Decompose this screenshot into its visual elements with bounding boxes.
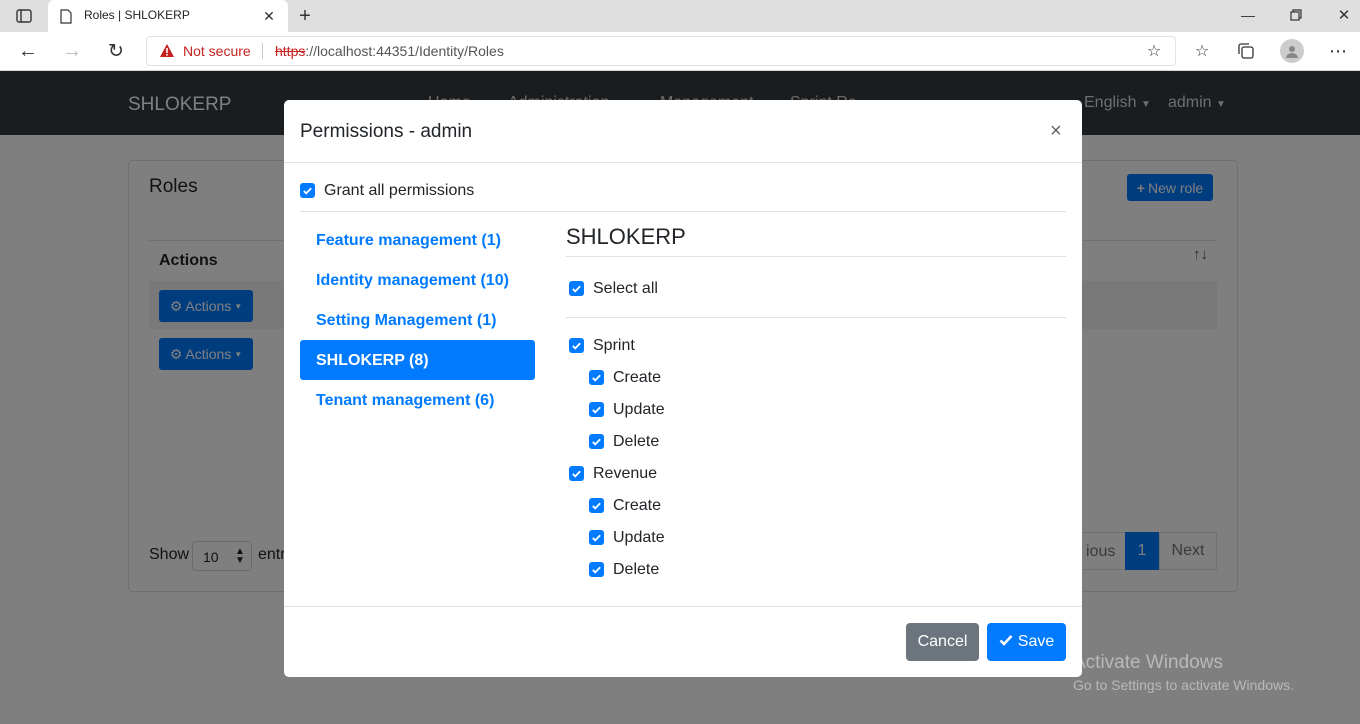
- select-all-divider: [566, 317, 1066, 318]
- warning-icon: [159, 43, 175, 63]
- permissions-modal: Permissions - admin × Grant all permissi…: [284, 100, 1082, 677]
- restore-icon[interactable]: [1284, 4, 1308, 26]
- window-close-icon[interactable]: ✕: [1332, 4, 1356, 26]
- grant-all-checkbox[interactable]: [300, 183, 315, 198]
- sprint-create-checkbox[interactable]: [589, 370, 604, 385]
- sprint-checkbox[interactable]: [569, 338, 584, 353]
- page-icon: [58, 8, 74, 24]
- tab-close-icon[interactable]: ✕: [260, 7, 278, 25]
- tab-actions-icon[interactable]: [12, 6, 36, 26]
- save-label: Save: [1017, 633, 1055, 650]
- revenue-create-checkbox[interactable]: [589, 498, 604, 513]
- security-label[interactable]: Not secure: [183, 43, 251, 59]
- activate-windows-title: Activate Windows: [1073, 652, 1223, 673]
- save-button[interactable]: Save: [987, 623, 1066, 661]
- back-icon[interactable]: ←: [16, 40, 40, 62]
- cancel-button[interactable]: Cancel: [906, 623, 979, 661]
- group-identity-management[interactable]: Identity management (10): [316, 272, 509, 290]
- new-tab-icon[interactable]: +: [294, 5, 316, 27]
- revenue-update-checkbox[interactable]: [589, 530, 604, 545]
- section-title: SHLOKERP: [566, 224, 686, 249]
- activate-windows-subtitle: Go to Settings to activate Windows.: [1073, 677, 1294, 693]
- group-shlokerp-label: SHLOKERP (8): [316, 352, 429, 369]
- group-shlokerp-active[interactable]: SHLOKERP (8): [300, 340, 535, 380]
- sprint-create-label[interactable]: Create: [613, 369, 661, 387]
- favorites-icon[interactable]: ☆: [1190, 40, 1214, 62]
- group-setting-management[interactable]: Setting Management (1): [316, 312, 496, 330]
- revenue-label[interactable]: Revenue: [593, 465, 657, 483]
- profile-avatar-icon[interactable]: [1280, 39, 1304, 63]
- grant-all-label[interactable]: Grant all permissions: [324, 182, 474, 200]
- revenue-update-label[interactable]: Update: [613, 529, 665, 547]
- group-tenant-management[interactable]: Tenant management (6): [316, 392, 494, 410]
- sprint-update-label[interactable]: Update: [613, 401, 665, 419]
- add-favorite-icon[interactable]: ☆: [1143, 41, 1165, 61]
- modal-title: Permissions - admin: [300, 121, 473, 142]
- checkmark-icon: [999, 633, 1013, 651]
- modal-header-divider: [284, 162, 1082, 163]
- sprint-delete-checkbox[interactable]: [589, 434, 604, 449]
- refresh-icon[interactable]: ↻: [104, 40, 128, 62]
- forward-icon[interactable]: →: [60, 40, 84, 62]
- sprint-label[interactable]: Sprint: [593, 337, 635, 355]
- modal-close-icon[interactable]: ×: [1050, 120, 1062, 143]
- url-text: https://localhost:44351/Identity/Roles: [275, 43, 504, 59]
- address-divider: [262, 43, 263, 59]
- group-feature-management[interactable]: Feature management (1): [316, 232, 501, 250]
- cancel-label: Cancel: [917, 633, 968, 650]
- tab-title: Roles | SHLOKERP: [84, 8, 190, 22]
- url-scheme: https: [275, 43, 306, 59]
- grant-divider: [300, 211, 1066, 212]
- sprint-delete-label[interactable]: Delete: [613, 433, 659, 451]
- select-all-label[interactable]: Select all: [593, 280, 658, 298]
- select-all-checkbox[interactable]: [569, 281, 584, 296]
- sprint-update-checkbox[interactable]: [589, 402, 604, 417]
- browser-tab[interactable]: Roles | SHLOKERP ✕: [48, 0, 288, 32]
- address-bar[interactable]: Not secure https://localhost:44351/Ident…: [146, 36, 1176, 66]
- collections-icon[interactable]: [1234, 40, 1258, 62]
- minimize-icon[interactable]: —: [1236, 4, 1260, 26]
- revenue-delete-checkbox[interactable]: [589, 562, 604, 577]
- revenue-create-label[interactable]: Create: [613, 497, 661, 515]
- url-rest: ://localhost:44351/Identity/Roles: [305, 43, 504, 59]
- modal-footer-divider: [284, 606, 1082, 607]
- revenue-checkbox[interactable]: [569, 466, 584, 481]
- section-divider: [566, 256, 1066, 257]
- revenue-delete-label[interactable]: Delete: [613, 561, 659, 579]
- more-menu-icon[interactable]: ⋯: [1326, 40, 1350, 62]
